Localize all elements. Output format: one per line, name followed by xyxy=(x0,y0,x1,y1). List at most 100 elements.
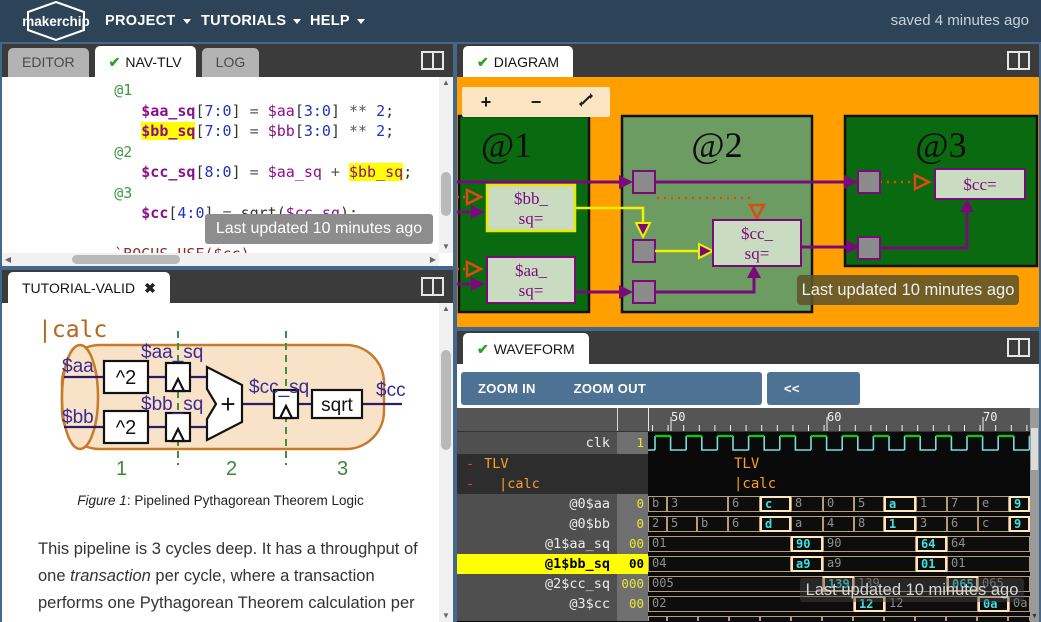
code-line[interactable]: @1 xyxy=(60,80,439,101)
wave-lane[interactable] xyxy=(648,432,1030,454)
wave-value-cell[interactable]: 9 xyxy=(1009,516,1030,532)
tab-tutorial-valid[interactable]: TUTORIAL-VALID ✖ xyxy=(8,272,170,303)
wave-value-cell[interactable] xyxy=(1008,616,1030,621)
wave-value-cell[interactable] xyxy=(667,616,698,621)
wave-value-cell[interactable]: a9 xyxy=(791,556,823,572)
tutorial-vertical-scrollbar[interactable]: ▲ ▼ xyxy=(439,303,453,622)
scroll-right-icon[interactable]: ▶ xyxy=(427,253,439,266)
wave-value-cell[interactable]: 9 xyxy=(1009,496,1030,512)
wave-value-cell[interactable] xyxy=(822,616,853,621)
step-back-button[interactable]: << xyxy=(767,372,817,405)
wave-lane[interactable]: 01 90 90 64 64 xyxy=(648,534,1030,554)
wave-value-cell[interactable]: 3 xyxy=(667,496,728,512)
wave-value-cell[interactable]: a9 xyxy=(823,556,916,572)
close-icon[interactable]: ✖ xyxy=(144,280,156,296)
scroll-up-icon[interactable]: ▲ xyxy=(439,77,453,89)
tab-diagram[interactable]: ✔ DIAGRAM xyxy=(463,46,574,77)
wave-value-cell[interactable]: 01 xyxy=(648,536,791,552)
wave-value-cell[interactable]: 6 xyxy=(947,516,978,532)
wave-value-cell[interactable]: 1 xyxy=(916,496,947,512)
menu-help[interactable]: HELP xyxy=(310,0,365,42)
scrollbar-thumb[interactable] xyxy=(1031,428,1038,470)
wave-lane[interactable]: TLV xyxy=(648,454,1030,474)
wave-value-cell[interactable]: b xyxy=(697,516,728,532)
scrollbar-thumb[interactable] xyxy=(72,255,180,264)
wave-value-cell[interactable]: 4 xyxy=(823,516,854,532)
signal-group-label[interactable]: - |calc xyxy=(457,474,648,494)
wave-value-cell[interactable]: d xyxy=(760,516,791,532)
wave-value-cell[interactable]: 8 xyxy=(791,496,823,512)
wave-value-cell[interactable]: 6 xyxy=(728,496,760,512)
wave-vertical-scrollbar[interactable]: ▼ xyxy=(1030,408,1039,622)
tab-log[interactable]: LOG xyxy=(201,48,260,77)
wave-value-cell[interactable]: 04 xyxy=(648,556,791,572)
code-line[interactable]: @2 xyxy=(60,142,439,163)
collapse-icon[interactable]: - xyxy=(466,476,474,492)
wave-lane[interactable]: 04 a9 a9 01 01 xyxy=(648,554,1030,574)
wave-value-cell[interactable] xyxy=(853,616,884,621)
collapse-icon[interactable]: - xyxy=(466,456,474,472)
wave-lane[interactable] xyxy=(648,614,1030,621)
wave-value-cell[interactable]: 90 xyxy=(823,536,916,552)
signal-name[interactable]: @0$aa xyxy=(457,494,617,514)
scroll-up-icon[interactable]: ▲ xyxy=(439,303,453,315)
wave-value-cell[interactable]: 5 xyxy=(854,496,884,512)
signal-name[interactable]: @3$cc xyxy=(457,594,617,614)
code-line[interactable]: @3 xyxy=(60,183,439,204)
editor-horizontal-scrollbar[interactable]: ◀ ▶ xyxy=(2,253,439,266)
menu-tutorials[interactable]: TUTORIALS xyxy=(201,0,302,42)
wave-value-cell[interactable] xyxy=(946,616,977,621)
wave-value-cell[interactable] xyxy=(915,616,946,621)
wave-value-cell[interactable]: 1 xyxy=(884,516,916,532)
zoom-in-button[interactable]: + xyxy=(468,87,504,117)
wave-value-cell[interactable] xyxy=(698,616,729,621)
zoom-out-button[interactable]: − xyxy=(518,87,554,117)
menu-project[interactable]: PROJECT xyxy=(105,0,191,42)
wave-value-cell[interactable] xyxy=(977,616,1008,621)
signal-name[interactable]: clk xyxy=(457,432,617,454)
signal-name[interactable]: @1$aa_sq xyxy=(457,534,617,554)
wave-value-cell[interactable] xyxy=(648,616,667,621)
makerchip-logo[interactable]: makerchip xyxy=(18,1,94,41)
code-line[interactable]: $cc_sq[8:0] = $aa_sq + $bb_sq; xyxy=(60,162,439,183)
wave-value-cell[interactable]: 5 xyxy=(667,516,697,532)
wave-value-cell[interactable]: c xyxy=(978,516,1009,532)
wave-value-cell[interactable]: 2 xyxy=(648,516,667,532)
code-line[interactable]: $bb_sq[7:0] = $bb[3:0] ** 2; xyxy=(60,121,439,142)
wave-value-cell[interactable]: 01 xyxy=(916,556,947,572)
wave-value-cell[interactable]: 64 xyxy=(916,536,947,552)
scroll-down-icon[interactable]: ▼ xyxy=(439,241,453,253)
wave-value-cell[interactable]: 3 xyxy=(916,516,947,532)
zoom-in-button[interactable]: ZOOM IN xyxy=(461,372,553,405)
scrollbar-thumb[interactable] xyxy=(441,350,451,450)
tab-waveform[interactable]: ✔ WAVEFORM xyxy=(463,333,589,364)
signal-name[interactable]: @1$bb_sq xyxy=(457,554,617,574)
wave-value-cell[interactable]: a xyxy=(884,496,916,512)
wave-lane[interactable]: |calc xyxy=(648,474,1030,494)
wave-value-cell[interactable] xyxy=(884,616,915,621)
wave-value-cell[interactable]: c xyxy=(760,496,791,512)
signal-group-label[interactable]: - TLV xyxy=(457,454,648,474)
zoom-out-button[interactable]: ZOOM OUT xyxy=(557,372,663,405)
wave-value-cell[interactable] xyxy=(791,616,822,621)
wave-value-cell[interactable]: 01 xyxy=(947,556,1030,572)
scrollbar-thumb[interactable] xyxy=(441,172,451,216)
wave-value-cell[interactable]: b xyxy=(648,496,667,512)
wave-value-cell[interactable]: 7 xyxy=(947,496,978,512)
wave-value-cell[interactable]: 90 xyxy=(791,536,823,552)
wave-value-cell[interactable] xyxy=(760,616,791,621)
wave-value-cell[interactable]: e xyxy=(978,496,1009,512)
zoom-fit-button[interactable] xyxy=(568,87,604,117)
scroll-left-icon[interactable]: ◀ xyxy=(2,253,14,266)
wave-value-cell[interactable]: a xyxy=(791,516,823,532)
wave-time-ruler[interactable]: 50 60 70 xyxy=(457,408,1039,432)
split-view-icon[interactable] xyxy=(1007,51,1030,70)
code-line[interactable]: `BOGUS_USE($cc) xyxy=(60,244,439,253)
tab-nav-tlv[interactable]: ✔ NAV-TLV xyxy=(94,46,196,77)
wave-lane[interactable]: b3 6 c 8 0 5 a 1 7 e 9 xyxy=(648,494,1030,514)
wave-value-cell[interactable]: 8 xyxy=(854,516,884,532)
tab-editor[interactable]: EDITOR xyxy=(8,48,89,77)
split-view-icon[interactable] xyxy=(1007,338,1030,357)
scroll-down-icon[interactable]: ▼ xyxy=(1030,613,1039,620)
signal-name[interactable]: @0$bb xyxy=(457,514,617,534)
